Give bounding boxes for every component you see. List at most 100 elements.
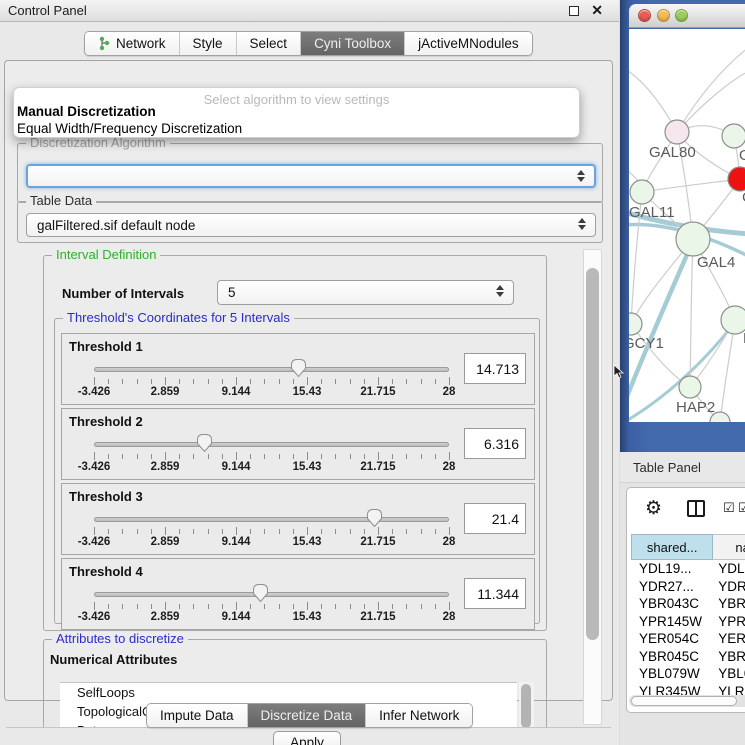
threshold-value-field[interactable]: 6.316	[464, 428, 526, 459]
tab-jactivemnodules[interactable]: jActiveMNodules	[404, 32, 532, 55]
table-row[interactable]: YPR145WYPR1	[631, 614, 745, 632]
tick-mark	[250, 379, 251, 384]
slider-track[interactable]	[94, 592, 449, 597]
tick-mark	[321, 379, 322, 384]
tick-mark	[222, 604, 223, 609]
tick-mark	[193, 529, 194, 534]
close-traffic-light[interactable]	[638, 9, 651, 22]
network-node-gal11[interactable]	[630, 180, 654, 204]
algorithm-select[interactable]	[26, 164, 596, 188]
tick-mark	[350, 604, 351, 609]
tick-label: 15.43	[293, 386, 322, 398]
network-node-gal4[interactable]	[676, 222, 710, 256]
threshold-value-field[interactable]: 11.344	[464, 578, 526, 609]
slider-track[interactable]	[94, 442, 449, 447]
checkbox-icon[interactable]: ☑	[723, 501, 735, 516]
tick-mark	[122, 454, 123, 459]
table-body: YDL19...YDL1YDR27...YDR2YBR043CYBR0YPR14…	[631, 561, 745, 697]
network-node-gcy1[interactable]	[629, 313, 642, 335]
tick-label: 2.859	[151, 386, 180, 398]
attributes-list-scrollbar[interactable]	[519, 682, 534, 727]
network-node-label: GCY1	[629, 335, 664, 352]
network-node-c[interactable]	[728, 167, 745, 191]
network-node-gal80[interactable]	[665, 120, 689, 144]
network-node-hap2[interactable]	[679, 376, 701, 398]
network-edge[interactable]	[690, 239, 693, 387]
dropdown-item-manual[interactable]: Manual Discretization	[17, 104, 156, 119]
table-horizontal-scrollbar[interactable]	[629, 695, 745, 707]
cell-shared-name: YER054C	[631, 631, 714, 649]
tick-mark	[421, 454, 422, 459]
zoom-traffic-light[interactable]	[675, 9, 688, 22]
tick-mark	[108, 379, 109, 384]
tick-mark	[293, 529, 294, 534]
slider-thumb[interactable]	[289, 358, 308, 383]
tick-mark	[293, 454, 294, 459]
network-edge[interactable]	[677, 71, 745, 132]
tick-label: 28	[443, 536, 456, 548]
network-edge[interactable]	[642, 179, 740, 192]
minimize-traffic-light[interactable]	[657, 9, 670, 22]
column-header-name[interactable]: na	[713, 534, 745, 560]
apply-button[interactable]: Apply	[273, 731, 341, 745]
split-columns-icon[interactable]	[687, 500, 705, 517]
network-canvas[interactable]: GAL80GCGAL11GAL4GCY1HHAP2	[629, 29, 745, 422]
table-row[interactable]: YBR045CYBR0	[631, 649, 745, 667]
tick-mark	[108, 529, 109, 534]
gear-icon[interactable]: ⚙	[645, 497, 662, 519]
tab-discretize-data[interactable]: Discretize Data	[247, 704, 366, 727]
column-header-shared[interactable]: shared...	[631, 534, 713, 560]
number-of-intervals-select[interactable]: 5	[217, 280, 514, 305]
tick-mark	[165, 527, 166, 535]
slider-thumb[interactable]	[195, 433, 214, 458]
network-node-label: G	[739, 147, 745, 164]
settings-scroll-area: Interval Definition Number of Intervals …	[5, 247, 612, 727]
tick-mark	[137, 379, 138, 384]
table-row[interactable]: YBR043CYBR0	[631, 596, 745, 614]
table-data-select[interactable]: galFiltered.sif default node	[26, 213, 596, 237]
close-icon[interactable]: ✕	[591, 2, 603, 19]
tick-mark	[449, 527, 450, 535]
network-edge[interactable]	[677, 47, 745, 132]
checkbox-icon[interactable]: ☑	[738, 501, 745, 516]
combo-stepper-icon	[577, 170, 585, 182]
network-node-g[interactable]	[722, 124, 745, 148]
table-row[interactable]: YER054CYER0	[631, 631, 745, 649]
tick-mark	[122, 604, 123, 609]
cell-shared-name: YDL19...	[631, 561, 714, 579]
threshold-value-field[interactable]: 14.713	[464, 353, 526, 384]
slider-thumb[interactable]	[365, 508, 384, 533]
float-window-icon[interactable]	[569, 6, 579, 16]
table-row[interactable]: YBL079WYBL0	[631, 666, 745, 684]
threshold-coordinates-title: Threshold's Coordinates for 5 Intervals	[63, 310, 294, 325]
threshold-value-field[interactable]: 21.4	[464, 503, 526, 534]
network-edge[interactable]	[631, 324, 690, 387]
network-edge[interactable]	[720, 320, 735, 422]
slider-track[interactable]	[94, 367, 449, 372]
tab-label: Style	[193, 36, 223, 51]
tick-mark	[378, 452, 379, 460]
tick-mark	[165, 377, 166, 385]
attribute-list-item[interactable]: SelfLoops	[60, 683, 517, 702]
tab-style[interactable]: Style	[179, 32, 236, 55]
table-panel-titlebar: Table Panel	[620, 452, 745, 483]
tab-impute-data[interactable]: Impute Data	[147, 704, 247, 727]
panel-vertical-scrollbar[interactable]	[583, 249, 602, 725]
tab-network[interactable]: Network	[85, 32, 179, 55]
table-row[interactable]: YDL19...YDL1	[631, 561, 745, 579]
slider-thumb[interactable]	[251, 583, 270, 608]
table-row[interactable]: YDR27...YDR2	[631, 579, 745, 597]
tab-select[interactable]: Select	[236, 32, 301, 55]
tab-cyni-toolbox[interactable]: Cyni Toolbox	[300, 32, 404, 55]
tick-mark	[222, 379, 223, 384]
threshold-row: Threshold 3-3.4262.8599.14415.4321.71528…	[61, 483, 535, 555]
tick-mark	[406, 529, 407, 534]
tick-label: 9.144	[222, 611, 251, 623]
network-node-h[interactable]	[721, 306, 745, 334]
dropdown-item-equal-width[interactable]: Equal Width/Frequency Discretization	[17, 121, 242, 136]
tab-infer-network[interactable]: Infer Network	[365, 704, 472, 727]
combo-stepper-icon	[578, 218, 586, 230]
slider-track[interactable]	[94, 517, 449, 522]
tab-label: Network	[116, 36, 166, 51]
table-data-group: Table Data galFiltered.sif default node	[17, 201, 603, 243]
